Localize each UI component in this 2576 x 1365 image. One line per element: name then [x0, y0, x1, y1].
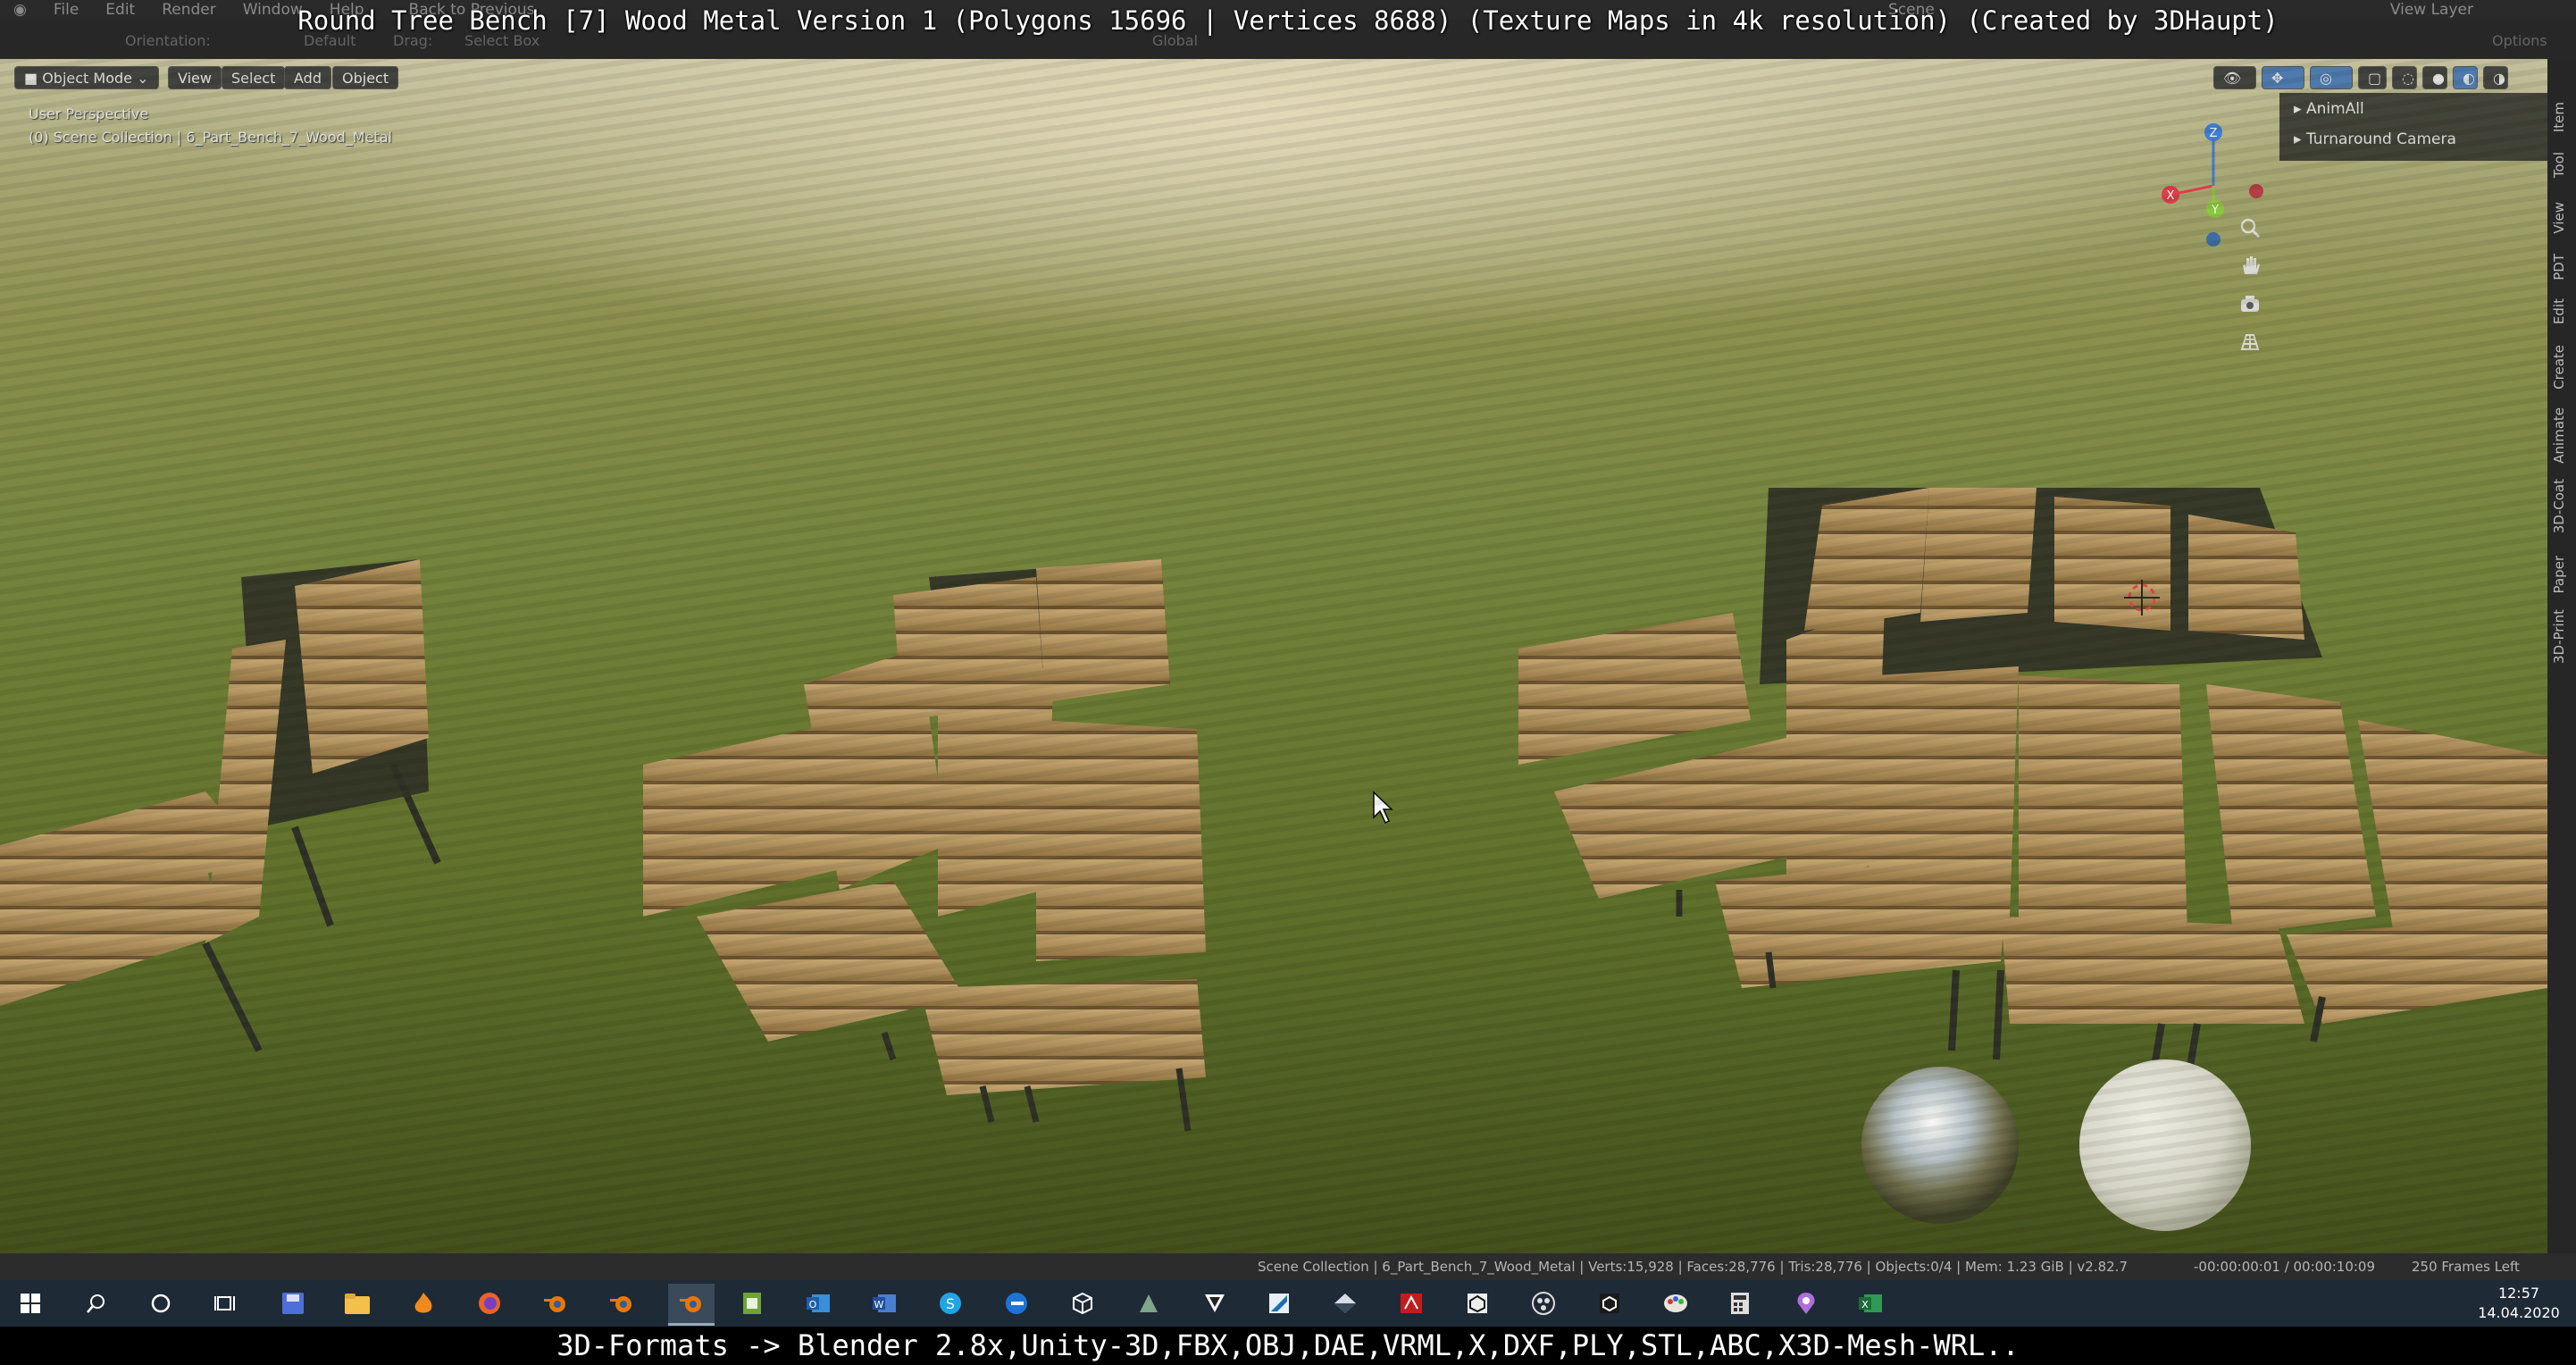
add-menu-button[interactable]: Add — [284, 66, 331, 89]
tab-tool[interactable]: Tool — [2551, 152, 2567, 178]
svg-text:O: O — [809, 1299, 817, 1311]
autodesk-icon[interactable] — [1261, 1287, 1297, 1319]
clock-time: 12:57 — [2497, 1285, 2540, 1302]
file-explorer-icon[interactable] — [339, 1287, 375, 1319]
tab-3d-coat[interactable]: 3D-Coat — [2551, 479, 2567, 533]
camera-view-icon[interactable] — [2231, 284, 2269, 322]
spreadsheet-app-icon[interactable] — [734, 1287, 770, 1319]
mode-selector[interactable]: ■ Object Mode ⌄ — [14, 66, 159, 89]
sidebar-tabs: Item Tool View PDT Edit Create Animate 3… — [2547, 59, 2576, 1253]
modeling-app-icon[interactable] — [1327, 1287, 1363, 1319]
perspective-toggle-icon[interactable] — [2231, 323, 2269, 361]
rendered-shading-icon[interactable]: ◑ — [2483, 66, 2508, 89]
unity-hub-icon[interactable] — [1592, 1287, 1627, 1319]
tab-animate[interactable]: Animate — [2551, 407, 2567, 464]
outlook-icon[interactable]: O — [800, 1287, 836, 1319]
obs-icon[interactable] — [1526, 1287, 1561, 1319]
edge-icon[interactable] — [999, 1287, 1034, 1319]
3d-viewer-icon[interactable] — [1065, 1287, 1100, 1319]
svg-text:S: S — [946, 1295, 955, 1312]
bench-right — [1518, 488, 2547, 1078]
tab-create[interactable]: Create — [2551, 345, 2567, 389]
chrome-reference-sphere — [1861, 1067, 2019, 1224]
vectorworks-icon[interactable] — [1197, 1287, 1233, 1319]
material-preview-shading-icon[interactable]: ◐ — [2453, 66, 2478, 89]
zoom-icon[interactable] — [2231, 209, 2269, 247]
maps-icon[interactable] — [1788, 1287, 1824, 1319]
formats-caption: 3D-Formats -> Blender 2.8x,Unity-3D,FBX,… — [0, 1327, 2576, 1365]
collection-label: (0) Scene Collection | 6_Part_Bench_7_Wo… — [29, 129, 392, 146]
pan-hand-icon[interactable] — [2231, 247, 2269, 284]
cad-app-icon[interactable] — [1131, 1287, 1167, 1319]
axis-x-label: X — [2167, 189, 2175, 203]
mouse-pointer-icon — [1373, 791, 1393, 825]
axis-z-label: Z — [2210, 127, 2218, 140]
windows-start-icon[interactable] — [13, 1287, 48, 1319]
blender-icon-2[interactable] — [604, 1287, 640, 1319]
frames-left: 250 Frames Left — [2412, 1259, 2520, 1275]
skype-icon[interactable]: S — [933, 1287, 968, 1319]
app-flame-icon[interactable] — [406, 1287, 441, 1319]
xray-toggle-icon[interactable]: ▢ — [2358, 66, 2387, 89]
cortana-icon[interactable] — [143, 1287, 179, 1319]
tab-view[interactable]: View — [2551, 202, 2567, 234]
sidebar-panel: ▸ AnimAll ▸ Turnaround Camera — [2279, 93, 2547, 161]
blender-icon-active[interactable] — [668, 1284, 715, 1326]
bench-middle — [643, 559, 1206, 1132]
svg-text:W: W — [874, 1299, 884, 1311]
panel-turnaround-camera-label: Turnaround Camera — [2305, 130, 2456, 148]
mode-label: Object Mode — [42, 70, 132, 87]
tab-3d-print[interactable]: 3D-Print — [2551, 609, 2567, 664]
svg-text:X: X — [1861, 1299, 1869, 1311]
chevron-right-icon: ▸ — [2294, 100, 2306, 118]
scene-statistics: Scene Collection | 6_Part_Bench_7_Wood_M… — [1258, 1259, 2128, 1275]
paint-app-icon[interactable] — [1658, 1287, 1694, 1319]
blender-icon[interactable] — [538, 1287, 573, 1319]
chevron-down-icon: ⌄ — [132, 70, 149, 87]
perspective-label: User Perspective — [29, 105, 149, 122]
word-icon[interactable]: W — [866, 1287, 902, 1319]
gizmo-toggle-icon[interactable]: ✥ — [2262, 66, 2304, 89]
firefox-icon[interactable] — [472, 1287, 507, 1319]
title-overlay: Round Tree Bench [7] Wood Metal Version … — [297, 5, 2279, 36]
solid-shading-icon[interactable]: ● — [2422, 66, 2447, 89]
system-clock[interactable]: 12:57 14.04.2020 — [2474, 1284, 2563, 1323]
visibility-icon[interactable]: 👁 — [2213, 66, 2256, 89]
clock-date: 14.04.2020 — [2478, 1304, 2560, 1321]
search-icon[interactable] — [79, 1287, 114, 1319]
object-mode-icon: ■ — [24, 70, 43, 87]
axis-y-label: Y — [2211, 204, 2219, 217]
windows-taskbar: O W S X 12:57 14.04.2020 — [0, 1280, 2576, 1327]
chevron-right-icon: ▸ — [2294, 130, 2306, 148]
overlay-toggle-icon[interactable]: ◎ — [2310, 66, 2353, 89]
panel-animall-label: AnimAll — [2305, 100, 2364, 118]
panel-animall[interactable]: ▸ AnimAll — [2294, 100, 2364, 118]
3d-viewport[interactable]: ■ Object Mode ⌄ View Select Add Object 👁… — [0, 59, 2547, 1253]
task-view-icon[interactable] — [207, 1287, 243, 1319]
acrobat-icon[interactable] — [1393, 1287, 1429, 1319]
view-menu-button[interactable]: View — [168, 66, 222, 89]
diffuse-reference-sphere — [2079, 1059, 2251, 1231]
wireframe-shading-icon[interactable]: ◌ — [2392, 66, 2417, 89]
panel-turnaround-camera[interactable]: ▸ Turnaround Camera — [2294, 130, 2456, 148]
tab-paper[interactable]: Paper — [2551, 556, 2567, 593]
playback-time: -00:00:00:01 / 00:00:10:09 — [2194, 1259, 2376, 1275]
calculator-icon[interactable] — [1722, 1287, 1758, 1319]
object-menu-button[interactable]: Object — [332, 66, 399, 89]
tab-edit[interactable]: Edit — [2551, 298, 2567, 324]
tab-pdt[interactable]: PDT — [2551, 254, 2567, 281]
unity-icon[interactable] — [1459, 1287, 1495, 1319]
excel-icon[interactable]: X — [1853, 1287, 1888, 1319]
tab-item[interactable]: Item — [2551, 102, 2567, 132]
select-menu-button[interactable]: Select — [222, 66, 286, 89]
bench-left — [0, 559, 441, 1052]
viewport-shading-controls: 👁 ✥ ◎ ▢ ◌ ● ◐ ◑ — [2213, 66, 2546, 89]
save-floppy-app-icon[interactable] — [275, 1287, 311, 1319]
status-bar: Scene Collection | 6_Part_Bench_7_Wood_M… — [0, 1253, 2576, 1280]
